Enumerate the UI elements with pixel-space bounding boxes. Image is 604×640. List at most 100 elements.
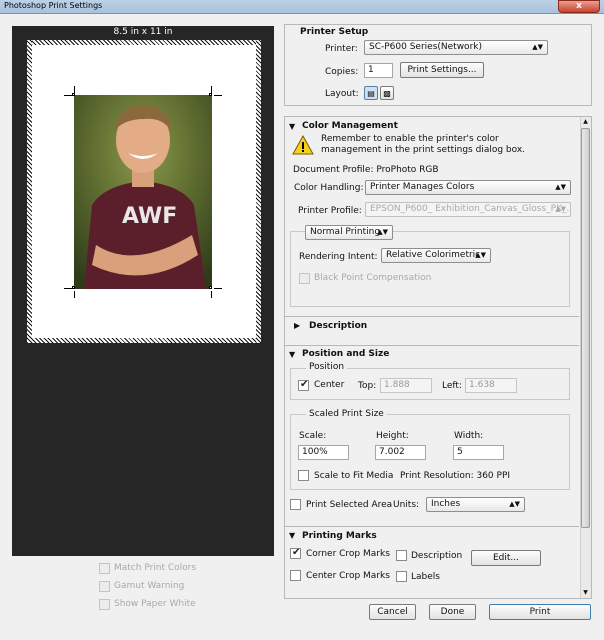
units-select[interactable]: Inches ▲▼ (426, 497, 525, 512)
printer-profile-select[interactable]: EPSON_P600_ Exhibition_Canvas_Gloss_PK_.… (365, 202, 571, 217)
cancel-button[interactable]: Cancel (369, 604, 416, 620)
chevron-updown-icon: ▲▼ (377, 228, 388, 236)
match-print-colors-label: Match Print Colors (114, 563, 197, 573)
description-title[interactable]: Description (309, 321, 367, 331)
collapse-triangle-icon[interactable]: ▼ (289, 122, 295, 131)
description-checkbox[interactable] (396, 550, 407, 561)
position-legend: Position (306, 362, 348, 372)
crop-mark-tl-h (64, 95, 72, 96)
crop-mark-tr-h (214, 95, 222, 96)
scale-to-fit-checkbox[interactable] (298, 470, 309, 481)
labels-label: Labels (411, 572, 440, 582)
width-input[interactable]: 5 (453, 445, 504, 460)
height-input[interactable]: 7.002 (375, 445, 426, 460)
match-print-colors-checkbox[interactable] (99, 563, 110, 574)
scale-input[interactable]: 100% (298, 445, 349, 460)
printing-marks-title[interactable]: Printing Marks (302, 531, 377, 541)
resize-handle-bl[interactable] (72, 286, 75, 289)
corner-crop-label: Corner Crop Marks (306, 549, 390, 559)
color-management-title[interactable]: Color Management (302, 121, 398, 131)
normal-printing-select[interactable]: Normal Printing ▲▼ (305, 225, 393, 240)
layout-label: Layout: (325, 89, 359, 99)
scale-label: Scale: (299, 431, 327, 441)
chevron-updown-icon: ▲▼ (475, 251, 486, 259)
resize-handle-tl[interactable] (72, 93, 75, 96)
printer-select[interactable]: SC-P600 Series(Network) ▲▼ (364, 40, 548, 55)
chevron-updown-icon: ▲▼ (555, 183, 566, 191)
top-input[interactable]: 1.888 (380, 378, 432, 393)
print-button[interactable]: Print (489, 604, 591, 620)
portrait-photo: AWF (74, 95, 212, 289)
window-title: Photoshop Print Settings (4, 1, 103, 10)
left-label: Left: (442, 381, 462, 391)
width-label: Width: (454, 431, 484, 441)
image-preview[interactable]: AWF (74, 95, 212, 289)
printer-setup-title: Printer Setup (300, 27, 369, 37)
scale-to-fit-label: Scale to Fit Media (314, 471, 394, 481)
top-label: Top: (358, 381, 377, 391)
chevron-updown-icon: ▲▼ (555, 205, 566, 213)
paper-size-label: 8.5 in x 11 in (113, 27, 173, 37)
center-label: Center (314, 380, 345, 390)
copies-input[interactable]: 1 (364, 63, 393, 78)
scroll-up-icon[interactable]: ▲ (581, 118, 590, 127)
nonprintable-margin-right (256, 40, 261, 343)
printer-label: Printer: (325, 44, 358, 54)
nonprintable-margin-bottom (27, 338, 261, 343)
collapse-triangle-icon[interactable]: ▼ (289, 531, 295, 540)
description-mark-label: Description (411, 551, 463, 561)
expand-triangle-icon[interactable]: ▶ (294, 321, 300, 330)
gamut-warning-checkbox[interactable] (99, 581, 110, 592)
labels-checkbox[interactable] (396, 571, 407, 582)
resize-handle-br[interactable] (209, 286, 212, 289)
show-paper-white-label: Show Paper White (114, 599, 196, 609)
rendering-intent-label: Rendering Intent: (299, 252, 378, 262)
document-profile-text: Document Profile: ProPhoto RGB (293, 165, 439, 175)
close-button[interactable]: x (558, 0, 600, 13)
print-settings-button[interactable]: Print Settings... (400, 62, 484, 78)
print-selected-area-checkbox[interactable] (290, 499, 301, 510)
rendering-group (290, 231, 570, 307)
print-selected-area-label: Print Selected Area (306, 500, 393, 510)
copies-label: Copies: (325, 67, 359, 77)
crop-mark-tr-v (211, 86, 212, 93)
divider (285, 526, 579, 527)
edit-button[interactable]: Edit... (471, 550, 541, 566)
crop-mark-br-v (211, 291, 212, 298)
center-checkbox[interactable] (298, 379, 309, 391)
scroll-down-icon[interactable]: ▼ (581, 589, 590, 598)
print-resolution-text: Print Resolution: 360 PPI (400, 471, 511, 481)
show-paper-white-checkbox[interactable] (99, 599, 110, 610)
gamut-warning-label: Gamut Warning (114, 581, 185, 591)
warning-text-line2: management in the print settings dialog … (321, 145, 526, 155)
scrollbar-thumb[interactable] (581, 128, 590, 528)
center-crop-checkbox[interactable] (290, 570, 301, 581)
printer-profile-label: Printer Profile: (298, 206, 362, 216)
chevron-updown-icon: ▲▼ (509, 500, 520, 508)
position-size-title[interactable]: Position and Size (302, 349, 389, 359)
color-handling-select[interactable]: Printer Manages Colors ▲▼ (365, 180, 571, 195)
portrait-layout-icon[interactable]: ▤ (364, 86, 378, 100)
close-icon: x (576, 1, 582, 11)
corner-crop-checkbox[interactable] (290, 547, 301, 559)
divider (285, 345, 579, 346)
black-point-checkbox[interactable] (299, 273, 310, 284)
done-button[interactable]: Done (429, 604, 476, 620)
rendering-intent-select[interactable]: Relative Colorimetric ▲▼ (381, 248, 491, 263)
resize-handle-tr[interactable] (209, 93, 212, 96)
units-label: Units: (393, 500, 420, 510)
warning-icon (292, 134, 314, 155)
crop-mark-bl-h (64, 288, 72, 289)
scaled-size-legend: Scaled Print Size (306, 409, 387, 419)
color-handling-label: Color Handling: (294, 183, 364, 193)
crop-mark-tl-v (74, 86, 75, 93)
center-crop-label: Center Crop Marks (306, 571, 390, 581)
divider (285, 316, 579, 317)
landscape-layout-icon[interactable]: ▩ (380, 86, 394, 100)
left-input[interactable]: 1.638 (465, 378, 517, 393)
warning-text-line1: Remember to enable the printer's color (321, 134, 499, 144)
collapse-triangle-icon[interactable]: ▼ (289, 350, 295, 359)
svg-text:AWF: AWF (122, 204, 177, 229)
crop-mark-bl-v (74, 291, 75, 298)
nonprintable-margin-top (27, 40, 261, 45)
